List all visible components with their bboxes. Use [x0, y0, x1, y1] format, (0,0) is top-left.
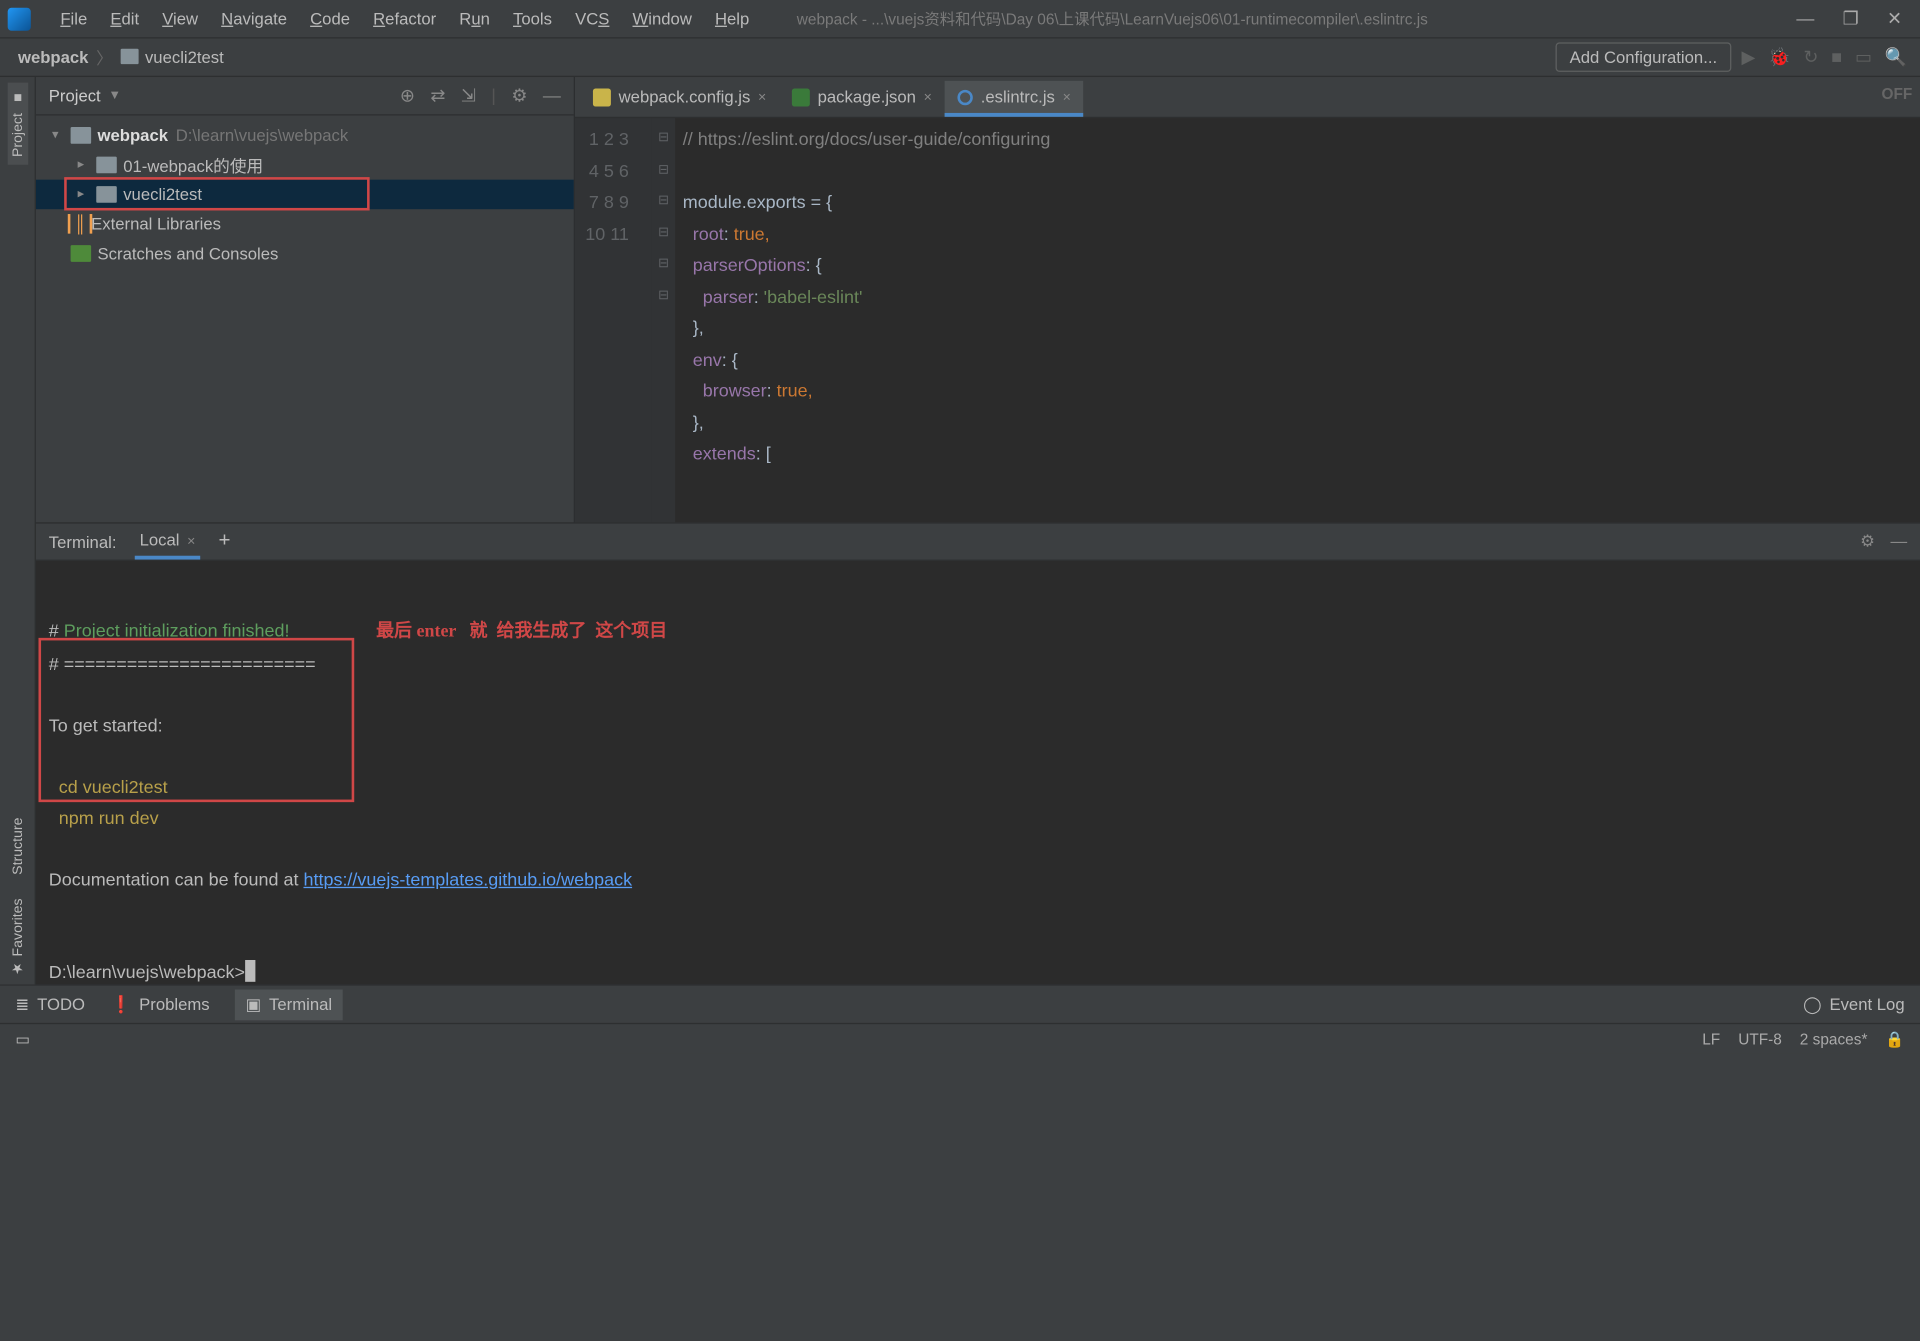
app-icon [8, 7, 31, 30]
eslint-icon [958, 89, 973, 104]
annotation-text: 最后 enter 就 给我生成了 这个项目 [376, 622, 667, 641]
gear-icon[interactable]: ⚙ [511, 85, 527, 107]
scratches-icon [71, 245, 92, 262]
close-icon[interactable]: × [187, 534, 195, 549]
project-panel: Project ▼ ⊕ ⇄ ⇲ | ⚙ — ▾ webpackD:\learn\… [36, 77, 575, 522]
gear-icon[interactable]: ⚙ [1860, 531, 1875, 552]
tree-scratches[interactable]: Scratches and Consoles [36, 239, 574, 269]
close-icon[interactable]: × [924, 89, 932, 104]
terminal-output[interactable]: # Project initialization finished! 最后 en… [36, 561, 1920, 1056]
tree-external-libs[interactable]: ┃║┃ External Libraries [36, 209, 574, 239]
menu-vcs[interactable]: VCS [564, 9, 621, 28]
json-icon [792, 88, 810, 106]
search-icon[interactable]: 🔍 [1885, 46, 1907, 68]
run-icon[interactable]: ▶ [1741, 46, 1755, 68]
code-view[interactable]: 1 2 3 4 5 6 7 8 9 10 11 ⊟ ⊟ ⊟ ⊟ ⊟ ⊟ // h… [575, 118, 1920, 522]
coverage-icon[interactable]: ↻ [1803, 46, 1818, 68]
fold-gutter[interactable]: ⊟ ⊟ ⊟ ⊟ ⊟ ⊟ [652, 118, 675, 522]
line-gutter: 1 2 3 4 5 6 7 8 9 10 11 [575, 118, 652, 522]
menu-view[interactable]: View [151, 9, 210, 28]
tab-webpack-config[interactable]: webpack.config.js× [580, 81, 779, 117]
close-icon[interactable]: × [758, 89, 766, 104]
docs-link[interactable]: https://vuejs-templates.github.io/webpac… [303, 869, 632, 890]
sidebar-tab-favorites[interactable]: ★ Favorites [6, 890, 28, 984]
menu-navigate[interactable]: Navigate [210, 9, 299, 28]
debug-icon[interactable]: 🐞 [1768, 46, 1790, 68]
close-icon[interactable]: × [1063, 89, 1071, 104]
title-bar: File Edit View Navigate Code Refactor Ru… [0, 0, 1920, 39]
stop-icon[interactable]: ■ [1831, 46, 1842, 68]
source-code[interactable]: // https://eslint.org/docs/user-guide/co… [675, 118, 1920, 522]
maximize-icon[interactable]: ❐ [1843, 8, 1859, 30]
menu-run[interactable]: Run [448, 9, 502, 28]
tab-eslintrc[interactable]: .eslintrc.js× [945, 81, 1084, 117]
editor: OFF webpack.config.js× package.json× .es… [575, 77, 1920, 522]
menu-window[interactable]: Window [621, 9, 703, 28]
folder-icon [96, 157, 117, 174]
add-configuration-button[interactable]: Add Configuration... [1556, 42, 1732, 72]
select-opened-icon[interactable]: ⇄ [430, 85, 445, 107]
menu-refactor[interactable]: Refactor [362, 9, 448, 28]
tree-root[interactable]: ▾ webpackD:\learn\vuejs\webpack [36, 121, 574, 151]
library-icon: ┃║┃ [64, 214, 85, 235]
js-icon [593, 88, 611, 106]
tab-package-json[interactable]: package.json× [779, 81, 945, 117]
menu-edit[interactable]: Edit [99, 9, 151, 28]
crumb-folder[interactable]: vuecli2test [115, 47, 228, 66]
tree-folder-vuecli2test[interactable]: ▸ vuecli2test [36, 180, 574, 210]
folder-icon [96, 186, 117, 203]
minimize-icon[interactable]: — [1796, 8, 1814, 30]
terminal-panel: Terminal: Local× + ⚙ — # Project initial… [36, 522, 1920, 984]
breadcrumb-bar: webpack 〉 vuecli2test Add Configuration.… [0, 39, 1920, 78]
folder-icon [71, 127, 92, 144]
annotation-box [39, 638, 355, 802]
terminal-label: Terminal: [49, 532, 117, 551]
close-icon[interactable]: ✕ [1887, 8, 1902, 30]
hide-icon[interactable]: — [1890, 531, 1907, 552]
project-panel-title[interactable]: Project [49, 86, 101, 105]
terminal-tab-local[interactable]: Local× [134, 524, 200, 560]
menu-help[interactable]: Help [703, 9, 760, 28]
sidebar-tab-structure[interactable]: Structure [7, 810, 28, 883]
layout-icon[interactable]: ▭ [1855, 46, 1872, 68]
tree-folder-01webpack[interactable]: ▸ 01-webpack的使用 [36, 150, 574, 180]
status-icon[interactable]: ▭ [15, 1030, 30, 1048]
inspections-off-badge[interactable]: OFF [1881, 85, 1912, 103]
terminal-cursor [245, 960, 255, 982]
sidebar-tab-project[interactable]: Project ■ [7, 82, 28, 165]
window-title: webpack - ...\vuejs资料和代码\Day 06\上课代码\Lea… [761, 8, 1797, 30]
divider: | [491, 85, 496, 107]
chevron-down-icon[interactable]: ▼ [108, 89, 121, 103]
left-tool-strip: Project ■ Structure ★ Favorites [0, 77, 36, 984]
new-terminal-button[interactable]: + [219, 530, 231, 553]
menu-tools[interactable]: Tools [501, 9, 563, 28]
crumb-root[interactable]: webpack [13, 47, 94, 66]
project-tree: ▾ webpackD:\learn\vuejs\webpack ▸ 01-web… [36, 116, 574, 274]
target-icon[interactable]: ⊕ [400, 85, 415, 107]
menu-code[interactable]: Code [299, 9, 362, 28]
crumb-sep: 〉 [94, 45, 116, 69]
menu-file[interactable]: File [49, 9, 99, 28]
hide-icon[interactable]: — [543, 85, 561, 107]
editor-tabs: webpack.config.js× package.json× .eslint… [575, 77, 1920, 118]
collapse-icon[interactable]: ⇲ [461, 85, 476, 107]
